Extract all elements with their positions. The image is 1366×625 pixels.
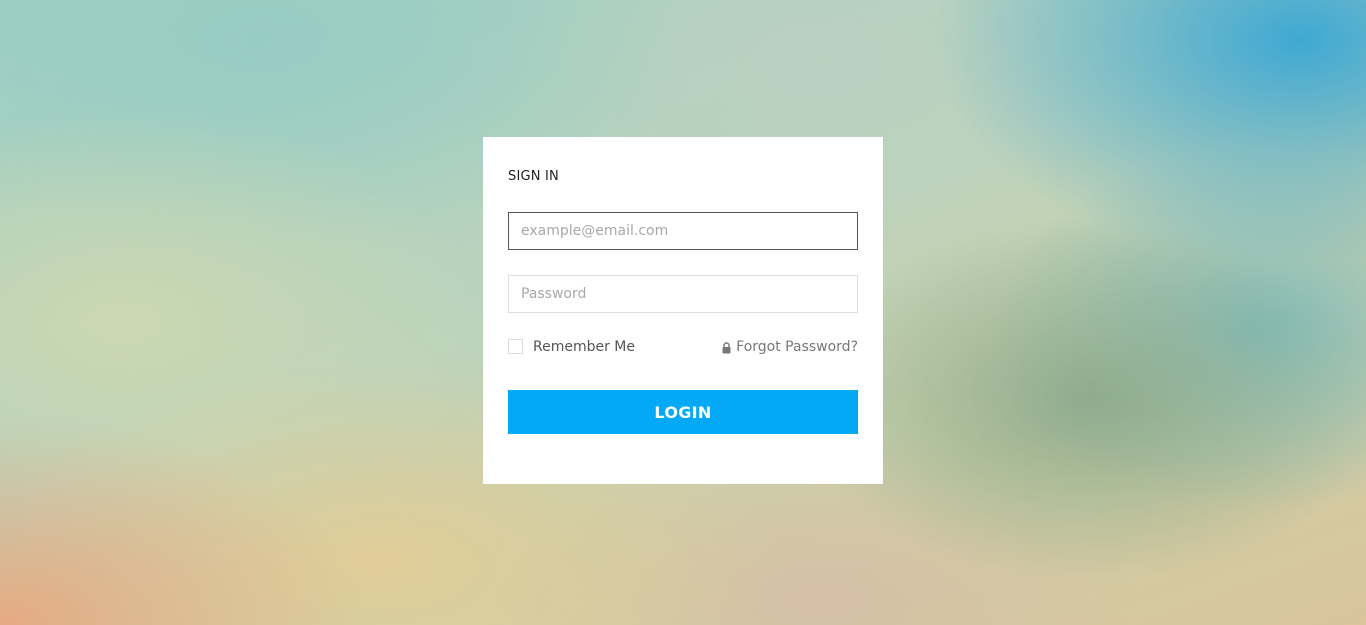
remember-me-checkbox[interactable] xyxy=(508,339,523,354)
remember-me-label[interactable]: Remember Me xyxy=(533,339,635,356)
options-row: Remember Me Forgot Password? xyxy=(508,339,858,359)
forgot-password-link[interactable]: Forgot Password? xyxy=(722,339,858,356)
password-field[interactable] xyxy=(508,275,858,313)
login-card: SIGN IN Remember Me Forgot Password? LOG… xyxy=(483,137,883,484)
lock-icon xyxy=(722,341,731,354)
email-field[interactable] xyxy=(508,212,858,250)
page-title: SIGN IN xyxy=(508,169,559,184)
login-button[interactable]: LOGIN xyxy=(508,390,858,434)
forgot-password-label: Forgot Password? xyxy=(736,339,858,355)
